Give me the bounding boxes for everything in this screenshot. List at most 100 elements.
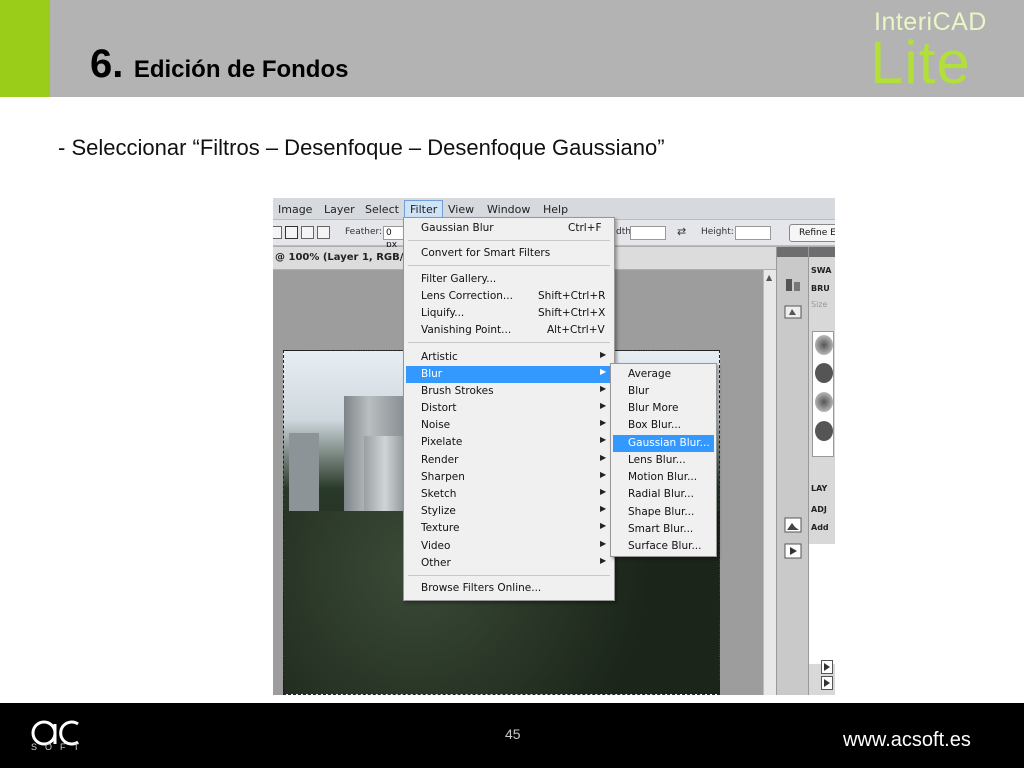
logo-text-lite: Lite xyxy=(870,29,971,96)
submenu-arrow-icon: ▶ xyxy=(600,539,607,548)
menu-item-distort[interactable]: Distort ▶ xyxy=(406,400,612,417)
footer-bar: SOFT 45 www.acsoft.es xyxy=(0,703,1024,768)
brush-hard-2-icon[interactable] xyxy=(815,421,833,441)
adjustments-body xyxy=(809,544,835,664)
brush-soft-2-icon[interactable] xyxy=(815,392,833,412)
menu-item-lens-correction[interactable]: Lens Correction... Shift+Ctrl+R xyxy=(406,288,612,305)
menu-item-noise[interactable]: Noise ▶ xyxy=(406,417,612,434)
slide: 6. Edición de Fondos InteriCAD Lite - Se… xyxy=(0,0,1024,768)
actions-icon[interactable] xyxy=(784,304,802,320)
submenu-item-blur-more[interactable]: Blur More xyxy=(613,400,714,417)
feather-field[interactable]: 0 px xyxy=(383,226,405,250)
instruction-bullet: - Seleccionar “Filtros – Desenfoque – De… xyxy=(58,135,665,160)
photoshop-screenshot: Image Layer Select Filter View Window He… xyxy=(273,198,835,695)
acsoft-logo xyxy=(31,720,79,746)
submenu-item-radial-blur[interactable]: Radial Blur... xyxy=(613,486,714,503)
submenu-item-shape-blur[interactable]: Shape Blur... xyxy=(613,504,714,521)
menu-item-render[interactable]: Render ▶ xyxy=(406,452,612,469)
photo-building-left xyxy=(289,433,319,513)
menu-item-video[interactable]: Video ▶ xyxy=(406,538,612,555)
section-number: 6. xyxy=(90,42,124,86)
menu-item-sharpen[interactable]: Sharpen ▶ xyxy=(406,469,612,486)
submenu-arrow-icon: ▶ xyxy=(600,453,607,462)
submenu-arrow-icon: ▶ xyxy=(600,470,607,479)
brush-hard-icon[interactable] xyxy=(815,363,833,383)
slide-title: 6. Edición de Fondos xyxy=(90,42,348,87)
layers-tab[interactable]: LAY xyxy=(811,484,827,493)
menu-item-last-filter[interactable]: Gaussian Blur Ctrl+F xyxy=(406,220,612,237)
acsoft-logo-subtitle: SOFT xyxy=(31,742,87,752)
menu-window[interactable]: Window xyxy=(487,203,530,216)
brush-soft-icon[interactable] xyxy=(815,335,833,355)
submenu-item-box-blur[interactable]: Box Blur... xyxy=(613,417,714,434)
menu-separator xyxy=(408,240,610,241)
play-action-icon[interactable] xyxy=(784,543,802,559)
scroll-up-arrow-icon[interactable]: ▲ xyxy=(766,273,772,282)
menu-item-pixelate[interactable]: Pixelate ▶ xyxy=(406,434,612,451)
brush-size-label: Size xyxy=(811,300,828,309)
menu-image[interactable]: Image xyxy=(278,203,312,216)
panel-icon-dock xyxy=(776,247,809,695)
selection-mode-subtract-icon[interactable] xyxy=(301,226,314,239)
dock-collapse-bar[interactable] xyxy=(777,247,809,257)
submenu-arrow-icon: ▶ xyxy=(600,556,607,565)
menu-separator xyxy=(408,265,610,266)
menu-help[interactable]: Help xyxy=(543,203,568,216)
adjustments-tab[interactable]: ADJ xyxy=(811,505,827,514)
canvas-vertical-scrollbar[interactable]: ▲ xyxy=(763,270,776,695)
intericad-lite-logo: InteriCAD Lite xyxy=(868,6,988,96)
submenu-arrow-icon: ▶ xyxy=(600,487,607,496)
menu-item-texture[interactable]: Texture ▶ xyxy=(406,520,612,537)
submenu-item-motion-blur[interactable]: Motion Blur... xyxy=(613,469,714,486)
website-url[interactable]: www.acsoft.es xyxy=(843,729,971,752)
menu-select[interactable]: Select xyxy=(365,203,399,216)
submenu-arrow-icon: ▶ xyxy=(600,350,607,359)
submenu-item-blur[interactable]: Blur xyxy=(613,383,714,400)
menu-item-vanishing-point[interactable]: Vanishing Point... Alt+Ctrl+V xyxy=(406,322,612,339)
submenu-item-surface-blur[interactable]: Surface Blur... xyxy=(613,538,714,555)
submenu-arrow-icon: ▶ xyxy=(600,435,607,444)
brushes-tab[interactable]: BRU xyxy=(811,284,830,293)
menu-item-convert-smart-filters[interactable]: Convert for Smart Filters xyxy=(406,245,612,262)
submenu-item-lens-blur[interactable]: Lens Blur... xyxy=(613,452,714,469)
navigator-icon[interactable] xyxy=(784,517,802,533)
expand-arrows-icon[interactable] xyxy=(821,660,833,690)
menu-view[interactable]: View xyxy=(448,203,474,216)
menu-item-liquify[interactable]: Liquify... Shift+Ctrl+X xyxy=(406,305,612,322)
menu-layer[interactable]: Layer xyxy=(324,203,355,216)
submenu-arrow-icon: ▶ xyxy=(600,504,607,513)
menu-separator xyxy=(408,342,610,343)
submenu-arrow-icon: ▶ xyxy=(600,367,607,376)
submenu-arrow-icon: ▶ xyxy=(600,418,607,427)
selection-mode-intersect-icon[interactable] xyxy=(317,226,330,239)
submenu-arrow-icon: ▶ xyxy=(600,521,607,530)
swatches-tab[interactable]: SWA xyxy=(811,266,831,275)
history-icon[interactable] xyxy=(784,277,802,293)
refine-edge-button[interactable]: Refine Ec xyxy=(789,224,835,242)
submenu-item-smart-blur[interactable]: Smart Blur... xyxy=(613,521,714,538)
height-field[interactable] xyxy=(735,226,771,240)
selection-mode-new-icon[interactable] xyxy=(273,226,282,239)
selection-mode-add-icon[interactable] xyxy=(285,226,298,239)
menu-item-other[interactable]: Other ▶ xyxy=(406,555,612,572)
width-field[interactable] xyxy=(630,226,666,240)
panel-stack: SWA BRU Size LAY ADJ Add xyxy=(808,247,835,695)
feather-label: Feather: xyxy=(345,227,383,237)
submenu-arrow-icon: ▶ xyxy=(600,384,607,393)
menu-item-artistic[interactable]: Artistic ▶ xyxy=(406,349,612,366)
menu-separator xyxy=(408,575,610,576)
menu-item-blur[interactable]: Blur ▶ xyxy=(406,366,612,383)
height-label: Height: xyxy=(701,227,734,237)
menu-item-filter-gallery[interactable]: Filter Gallery... xyxy=(406,271,612,288)
swap-icon[interactable]: ⇄ xyxy=(677,225,686,238)
menu-item-brush-strokes[interactable]: Brush Strokes ▶ xyxy=(406,383,612,400)
menu-item-browse-filters-online[interactable]: Browse Filters Online... xyxy=(406,580,612,597)
submenu-item-average[interactable]: Average xyxy=(613,366,714,383)
submenu-arrow-icon: ▶ xyxy=(600,401,607,410)
panel-collapse-bar[interactable] xyxy=(809,247,835,257)
submenu-item-gaussian-blur[interactable]: Gaussian Blur... xyxy=(613,435,714,452)
menu-item-stylize[interactable]: Stylize ▶ xyxy=(406,503,612,520)
header-accent-bar xyxy=(0,0,50,97)
page-number: 45 xyxy=(505,726,521,742)
menu-item-sketch[interactable]: Sketch ▶ xyxy=(406,486,612,503)
